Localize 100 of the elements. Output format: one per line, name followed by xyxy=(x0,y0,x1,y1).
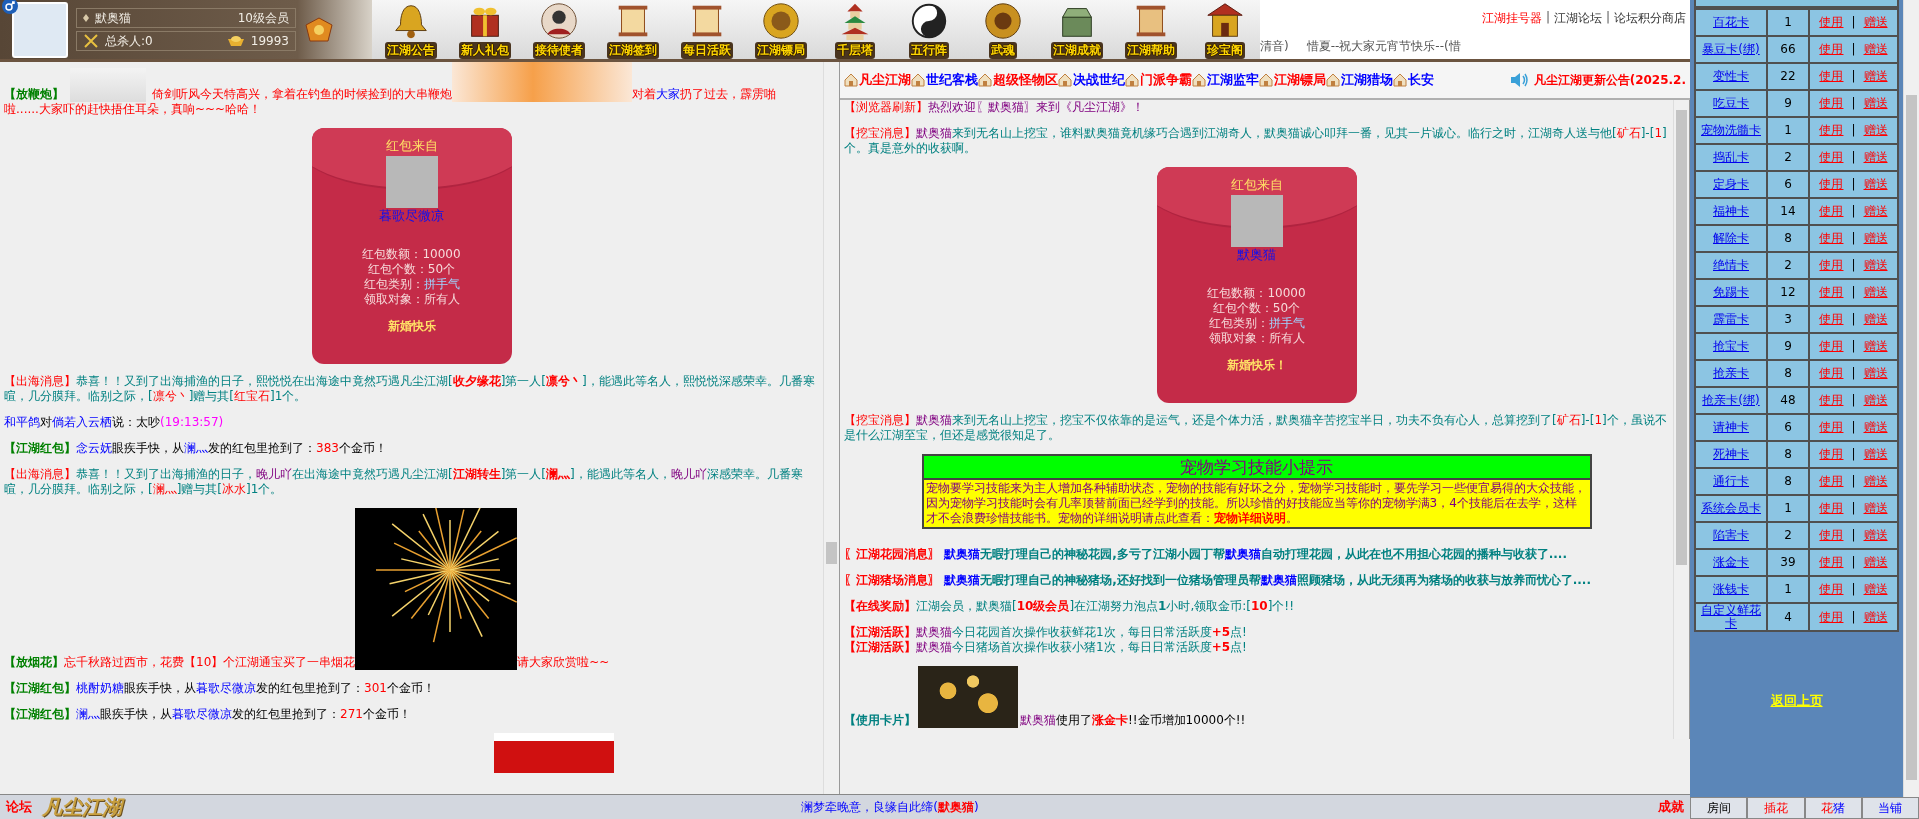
room-link[interactable]: 决战世纪 xyxy=(1058,71,1125,89)
nav-button[interactable]: 江湖签到 xyxy=(598,0,668,59)
card-action-link[interactable]: 赠送 xyxy=(1863,15,1888,29)
header-link[interactable]: 江湖挂号器 xyxy=(1481,10,1542,27)
nav-button[interactable]: 新人礼包 xyxy=(450,0,520,59)
room-link[interactable]: 超级怪物区 xyxy=(978,71,1058,89)
card-action-link[interactable]: 赠送 xyxy=(1863,177,1888,191)
marquee-text: 清音) xyxy=(1260,38,1289,55)
room-link[interactable]: 长安 xyxy=(1393,71,1434,89)
card-action-link[interactable]: 使用 xyxy=(1819,474,1844,488)
forum-link[interactable]: 论坛 xyxy=(6,798,32,816)
card-action-link[interactable]: 赠送 xyxy=(1863,339,1888,353)
card-action-link[interactable]: 使用 xyxy=(1819,393,1844,407)
chat-text: 【在线奖励】江湖会员，默奥猫[10级会员]在江湖努力泡点1小时,领取金币:[10]个!! xyxy=(844,599,1294,613)
card-action-link[interactable]: 使用 xyxy=(1819,312,1844,326)
room-link[interactable]: 江湖猎场 xyxy=(1326,71,1393,89)
marquee-text: 澜梦牵晚意，良缘自此缔(默奥猫) xyxy=(800,798,980,816)
tip-link[interactable]: 宠物详细说明 xyxy=(1213,511,1286,525)
card-action-link[interactable]: 赠送 xyxy=(1863,312,1888,326)
nav-button[interactable]: 每日活跃 xyxy=(672,0,742,59)
room-link[interactable]: 世纪客栈 xyxy=(911,71,978,89)
nav-button[interactable]: 江湖公告 xyxy=(376,0,446,59)
card-action-link[interactable]: 赠送 xyxy=(1863,474,1888,488)
card-action-link[interactable]: 使用 xyxy=(1819,42,1844,56)
achievement-link[interactable]: 成就 xyxy=(1658,798,1684,816)
envelope-detail: 红包类别：拼手气 xyxy=(1208,316,1305,331)
chat-text: 〖江湖猪场消息〗 默奥猫无暇打理自己的神秘猪场,还好找到一位猪场管理员帮默奥猫照顾猪场，从此无须再为猪场的收获与放养而忧心了.... xyxy=(844,573,1591,587)
card-action-link[interactable]: 赠送 xyxy=(1863,528,1888,542)
card-action-link[interactable]: 使用 xyxy=(1819,204,1844,218)
back-link[interactable]: 返回上页 xyxy=(1770,692,1823,710)
nav-button[interactable]: 千层塔 xyxy=(820,0,890,59)
card-action-link[interactable]: 使用 xyxy=(1819,609,1844,624)
nav-button[interactable]: 武魂 xyxy=(968,0,1038,59)
bottom-tab[interactable]: 插花 xyxy=(1747,797,1805,819)
card-action-link[interactable]: 使用 xyxy=(1819,258,1844,272)
card-action-link[interactable]: 赠送 xyxy=(1863,420,1888,434)
envelope-title: 红包来自 xyxy=(1230,177,1283,192)
room-link[interactable]: 凡尘江湖 xyxy=(844,71,911,89)
card-action-link[interactable]: 赠送 xyxy=(1863,447,1888,461)
card-action-link[interactable]: 赠送 xyxy=(1863,501,1888,515)
separator-text: | xyxy=(1851,312,1856,326)
room-link[interactable]: 江湖镖局 xyxy=(1259,71,1326,89)
header-link[interactable]: 江湖论坛 xyxy=(1553,10,1602,27)
card-action-link[interactable]: 赠送 xyxy=(1863,231,1888,245)
card-action-link[interactable]: 使用 xyxy=(1819,15,1844,29)
card-action-link[interactable]: 使用 xyxy=(1819,231,1844,245)
card-action-link[interactable]: 赠送 xyxy=(1863,582,1888,596)
card-count: 1 xyxy=(1784,582,1792,596)
card-action-link[interactable]: 使用 xyxy=(1819,420,1844,434)
card-name-link[interactable]: 自定义鲜花卡 xyxy=(1697,604,1765,630)
card-action-link[interactable]: 赠送 xyxy=(1863,69,1888,83)
card-action-link[interactable]: 赠送 xyxy=(1863,555,1888,569)
nav-button[interactable]: 江湖帮助 xyxy=(1116,0,1186,59)
card-action-link[interactable]: 使用 xyxy=(1819,285,1844,299)
card-count: 1 xyxy=(1784,123,1792,137)
card-action-link[interactable]: 赠送 xyxy=(1863,204,1888,218)
avatar-picture[interactable] xyxy=(12,1,68,58)
card-action-link[interactable]: 使用 xyxy=(1819,528,1844,542)
room-link[interactable]: 江湖监牢 xyxy=(1192,71,1259,89)
separator-text: | xyxy=(1851,285,1856,299)
player-name: 默奥猫 xyxy=(95,9,131,27)
card-action-link[interactable]: 赠送 xyxy=(1863,393,1888,407)
nav-button[interactable]: 江湖镖局 xyxy=(746,0,816,59)
card-action-link[interactable]: 赠送 xyxy=(1863,258,1888,272)
card-action-link[interactable]: 赠送 xyxy=(1863,366,1888,380)
bottom-tab[interactable]: 房间 xyxy=(1690,797,1748,819)
scrollbar[interactable] xyxy=(823,62,839,794)
nav-button[interactable]: 接待使者 xyxy=(524,0,594,59)
separator-text: | xyxy=(1851,231,1856,245)
nav-button[interactable]: 江湖成就 xyxy=(1042,0,1112,59)
card-action-link[interactable]: 使用 xyxy=(1819,339,1844,353)
card-action-link[interactable]: 赠送 xyxy=(1863,285,1888,299)
coin-amount: 19993 xyxy=(250,34,289,48)
card-action-link[interactable]: 赠送 xyxy=(1863,123,1888,137)
card-action-link[interactable]: 使用 xyxy=(1819,177,1844,191)
room-link[interactable]: 门派争霸 xyxy=(1125,71,1192,89)
house-icon xyxy=(911,73,925,87)
bottom-tab[interactable]: 当铺 xyxy=(1861,797,1919,819)
nav-button[interactable]: 珍宝阁 xyxy=(1190,0,1260,59)
card-action-link[interactable]: 赠送 xyxy=(1863,96,1888,110)
card-action-link[interactable]: 使用 xyxy=(1819,150,1844,164)
card-action-link[interactable]: 赠送 xyxy=(1863,609,1888,624)
card-action-link[interactable]: 使用 xyxy=(1819,555,1844,569)
card-action-link[interactable]: 使用 xyxy=(1819,69,1844,83)
notice-link[interactable]: 凡尘江湖更新公告(2025.2. xyxy=(1533,71,1686,89)
envelope-greeting: 新婚快乐 xyxy=(387,319,436,334)
card-action-link[interactable]: 使用 xyxy=(1819,123,1844,137)
bottom-tab[interactable]: 花猪 xyxy=(1804,797,1862,819)
nav-button[interactable]: 五行阵 xyxy=(894,0,964,59)
card-action-link[interactable]: 赠送 xyxy=(1863,150,1888,164)
card-count: 2 xyxy=(1784,258,1792,272)
scrollbar[interactable] xyxy=(1673,100,1689,739)
card-action-link[interactable]: 使用 xyxy=(1819,582,1844,596)
card-action-link[interactable]: 使用 xyxy=(1819,96,1844,110)
card-action-link[interactable]: 赠送 xyxy=(1863,42,1888,56)
card-action-link[interactable]: 使用 xyxy=(1819,501,1844,515)
header-link[interactable]: 论坛积分商店 xyxy=(1614,10,1686,27)
card-action-link[interactable]: 使用 xyxy=(1819,447,1844,461)
card-action-link[interactable]: 使用 xyxy=(1819,366,1844,380)
scrollbar[interactable] xyxy=(1903,0,1919,797)
